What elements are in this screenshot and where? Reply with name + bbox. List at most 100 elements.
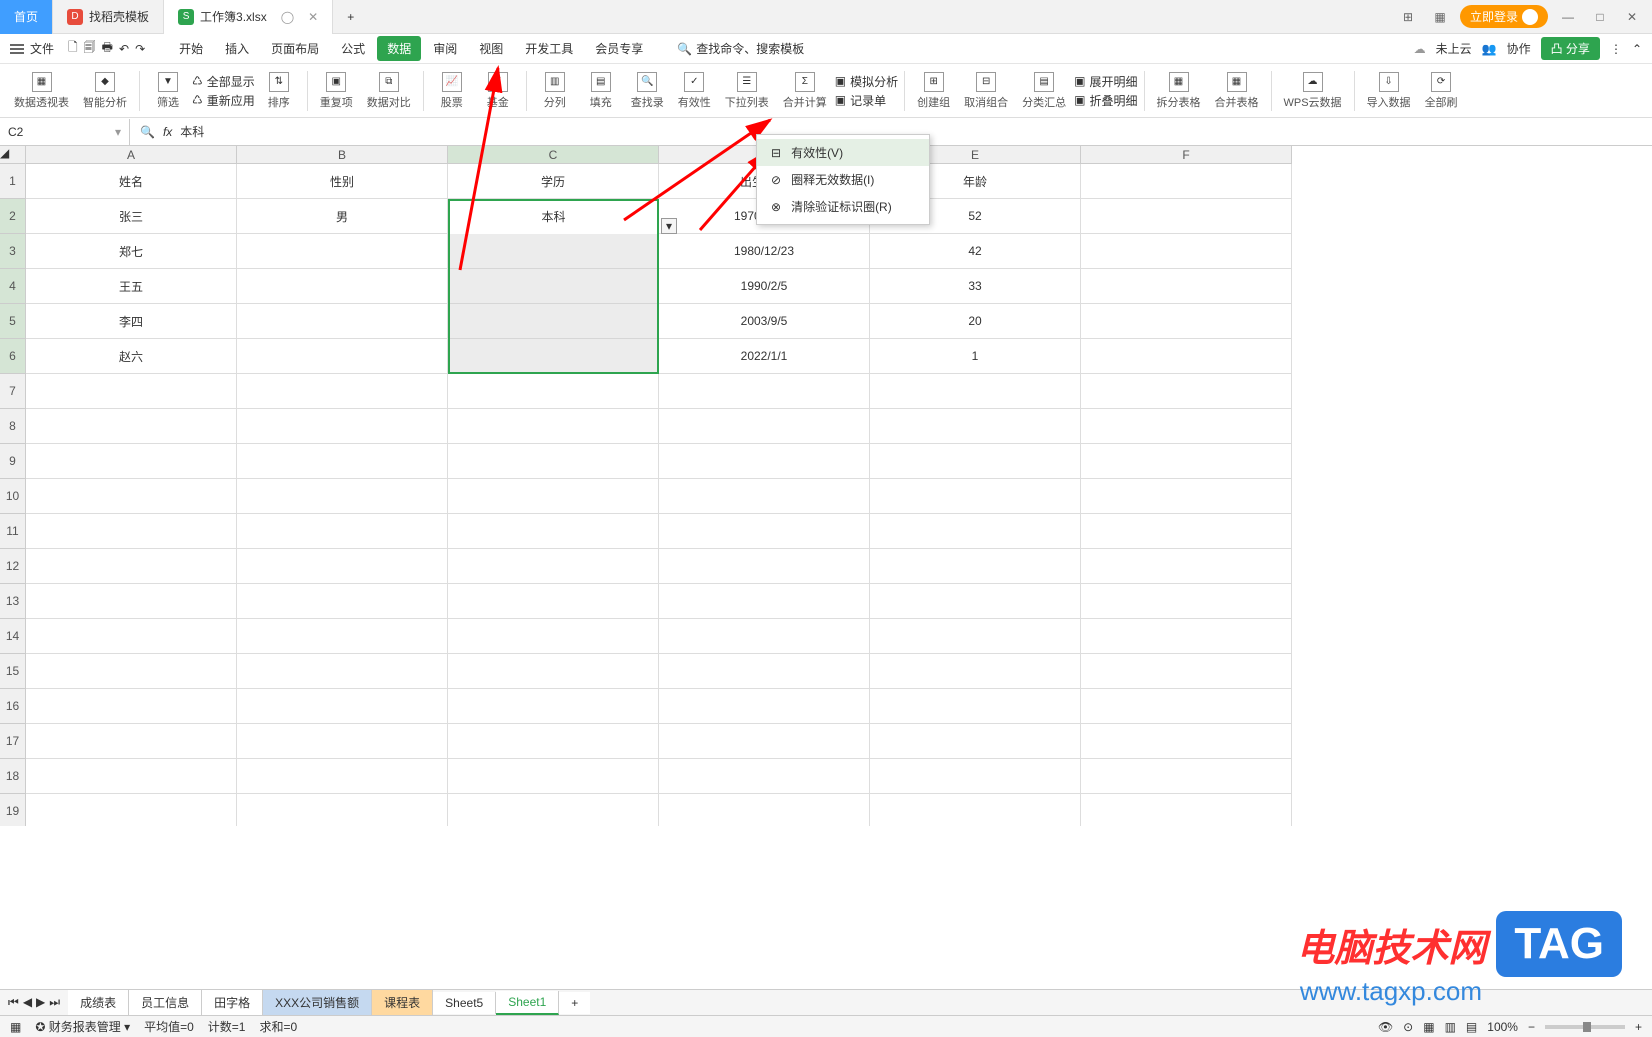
cell[interactable] xyxy=(448,654,659,689)
formula-input[interactable]: 本科 xyxy=(180,123,204,140)
dot-icon[interactable]: ⊙ xyxy=(1403,1020,1413,1034)
cell[interactable] xyxy=(237,759,448,794)
cell[interactable] xyxy=(1081,689,1292,724)
cell[interactable] xyxy=(237,269,448,304)
grid-icon[interactable]: ▦ xyxy=(1428,5,1452,29)
cell[interactable] xyxy=(237,409,448,444)
menu-member[interactable]: 会员专享 xyxy=(585,36,653,61)
hamburger-icon[interactable] xyxy=(10,44,24,54)
cell[interactable]: 1990/2/5 xyxy=(659,269,870,304)
cell[interactable] xyxy=(659,759,870,794)
cell[interactable] xyxy=(448,689,659,724)
cell[interactable]: 2003/9/5 xyxy=(659,304,870,339)
add-sheet-button[interactable]: + xyxy=(559,992,590,1014)
fill-button[interactable]: ▤填充 xyxy=(579,66,623,116)
cell[interactable] xyxy=(870,409,1081,444)
cell[interactable] xyxy=(26,514,237,549)
sheet-tab[interactable]: XXX公司销售额 xyxy=(263,990,372,1015)
row-header[interactable]: 8 xyxy=(0,409,26,444)
menu-view[interactable]: 视图 xyxy=(469,36,513,61)
group-button[interactable]: ⊞创建组 xyxy=(911,66,956,116)
split-table-button[interactable]: ▦拆分表格 xyxy=(1151,66,1207,116)
cell[interactable] xyxy=(1081,409,1292,444)
cell[interactable]: 李四 xyxy=(26,304,237,339)
ungroup-button[interactable]: ⊟取消组合 xyxy=(958,66,1014,116)
close-icon[interactable]: ✕ xyxy=(308,10,318,24)
cell[interactable] xyxy=(870,514,1081,549)
cell[interactable] xyxy=(448,374,659,409)
row-header[interactable]: 2 xyxy=(0,199,26,234)
cell[interactable] xyxy=(26,479,237,514)
cell[interactable] xyxy=(26,409,237,444)
more-icon[interactable]: ⋮ xyxy=(1610,42,1622,56)
menu-insert[interactable]: 插入 xyxy=(215,36,259,61)
zoom-slider[interactable] xyxy=(1545,1025,1625,1029)
cell[interactable] xyxy=(870,584,1081,619)
cloud-status[interactable]: 未上云 xyxy=(1436,40,1472,57)
cell[interactable]: 1 xyxy=(870,339,1081,374)
cell[interactable] xyxy=(237,584,448,619)
pivot-button[interactable]: ▦数据透视表 xyxy=(8,66,75,116)
cell[interactable] xyxy=(659,549,870,584)
cell[interactable] xyxy=(870,374,1081,409)
zoom-in-icon[interactable]: + xyxy=(1635,1020,1642,1034)
cell[interactable] xyxy=(448,759,659,794)
menu-circle-invalid[interactable]: ⊘圈释无效数据(I) xyxy=(757,166,929,193)
show-all[interactable]: ♺ 全部显示 xyxy=(192,73,255,90)
login-button[interactable]: 立即登录 xyxy=(1460,5,1548,28)
refresh-button[interactable]: ⟳全部刷 xyxy=(1419,66,1464,116)
col-header-b[interactable]: B xyxy=(237,146,448,164)
minimize-icon[interactable]: — xyxy=(1556,5,1580,29)
consolidate-button[interactable]: Σ合并计算 xyxy=(777,66,833,116)
menu-dev[interactable]: 开发工具 xyxy=(515,36,583,61)
row-header[interactable]: 3 xyxy=(0,234,26,269)
cell[interactable]: 男 xyxy=(237,199,448,234)
cell[interactable] xyxy=(448,304,659,339)
row-header[interactable]: 1 xyxy=(0,164,26,199)
cell[interactable]: 王五 xyxy=(26,269,237,304)
cell[interactable] xyxy=(870,794,1081,826)
cell-dropdown-arrow[interactable]: ▾ xyxy=(661,218,677,234)
cell[interactable]: 赵六 xyxy=(26,339,237,374)
eye-icon[interactable]: 👁 xyxy=(1378,1020,1393,1034)
cell[interactable] xyxy=(870,759,1081,794)
cell[interactable] xyxy=(237,444,448,479)
cell[interactable] xyxy=(237,794,448,826)
cell[interactable]: 张三 xyxy=(26,199,237,234)
cell[interactable] xyxy=(870,654,1081,689)
undo-icon[interactable]: ↶ xyxy=(119,42,129,56)
cell[interactable] xyxy=(870,549,1081,584)
fx-label[interactable]: fx xyxy=(163,125,172,139)
cell[interactable] xyxy=(237,479,448,514)
stock-button[interactable]: 📈股票 xyxy=(430,66,474,116)
sheet-tab[interactable]: Sheet5 xyxy=(433,992,496,1014)
cell[interactable] xyxy=(26,444,237,479)
next-sheet-icon[interactable]: ▶ xyxy=(36,995,45,1010)
sort-button[interactable]: ⇅排序 xyxy=(257,66,301,116)
filter-button[interactable]: ▼筛选 xyxy=(146,66,190,116)
cell[interactable] xyxy=(1081,199,1292,234)
dup-button[interactable]: ▣重复项 xyxy=(314,66,359,116)
ai-button[interactable]: ◆智能分析 xyxy=(77,66,133,116)
coop-icon[interactable]: 👥 xyxy=(1482,42,1497,56)
row-header[interactable]: 18 xyxy=(0,759,26,794)
cell[interactable] xyxy=(26,549,237,584)
cell[interactable] xyxy=(1081,374,1292,409)
row-header[interactable]: 10 xyxy=(0,479,26,514)
first-sheet-icon[interactable]: ⏮ xyxy=(8,995,19,1010)
cell[interactable] xyxy=(870,724,1081,759)
share-button[interactable]: 凸 分享 xyxy=(1541,37,1600,60)
cell[interactable] xyxy=(1081,164,1292,199)
cell[interactable] xyxy=(659,374,870,409)
layout-icon[interactable]: ⊞ xyxy=(1396,5,1420,29)
cell[interactable] xyxy=(1081,479,1292,514)
menu-data[interactable]: 数据 xyxy=(377,36,421,61)
cell[interactable] xyxy=(1081,724,1292,759)
template-tab[interactable]: D 找稻壳模板 xyxy=(53,0,164,34)
sheet-tab[interactable]: 成绩表 xyxy=(68,990,129,1015)
menu-layout[interactable]: 页面布局 xyxy=(261,36,329,61)
name-box[interactable]: C2 ▾ xyxy=(0,119,130,145)
row-header[interactable]: 5 xyxy=(0,304,26,339)
cell[interactable] xyxy=(448,724,659,759)
cell[interactable] xyxy=(659,514,870,549)
